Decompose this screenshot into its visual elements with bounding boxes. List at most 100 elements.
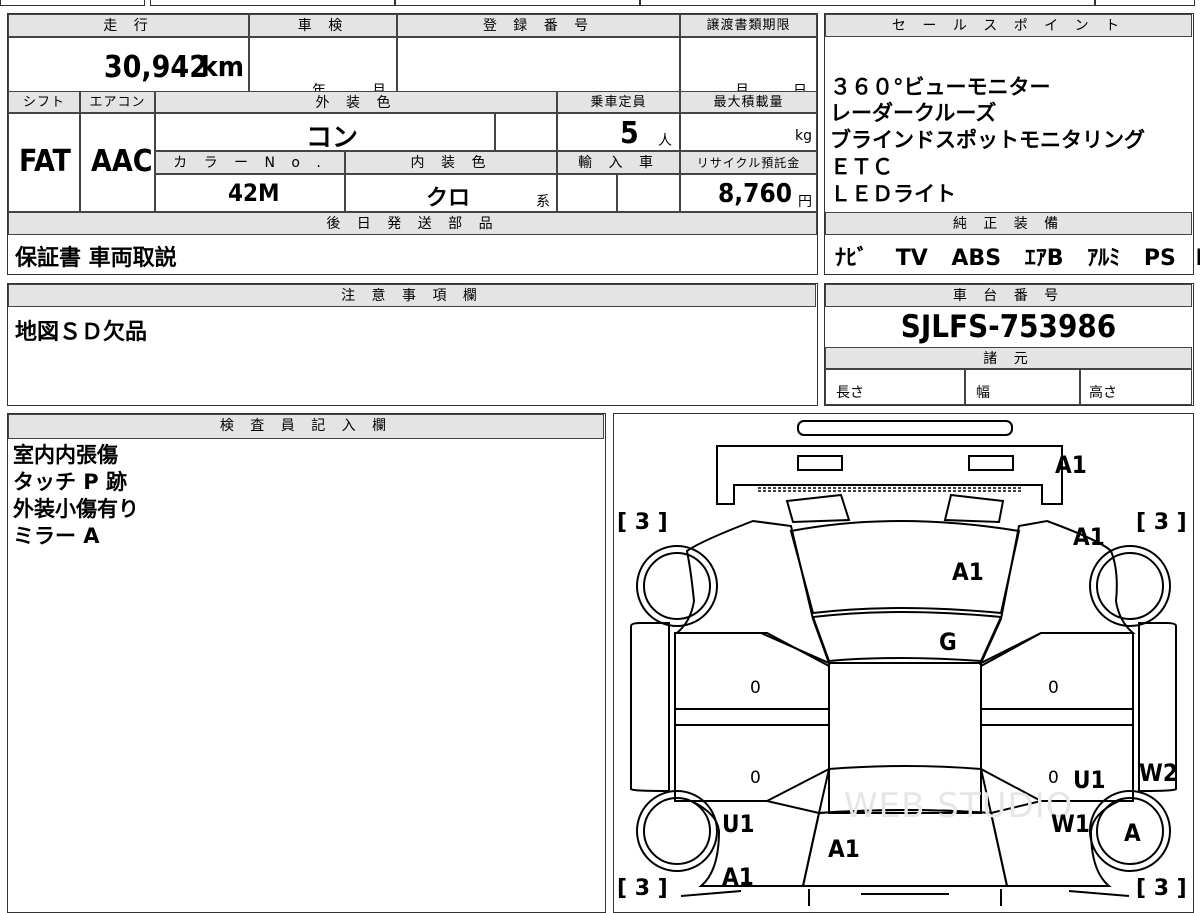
notes-value: 地図ＳＤ欠品	[15, 314, 147, 346]
exterior-color-extra-cell	[495, 113, 557, 151]
front-right-lamp-shape	[945, 495, 1003, 522]
equipment-item: TV	[896, 246, 928, 271]
damage-diagram-panel: WEB STUDIO [ 3 ] [ 3 ] [ 3 ] [ 3 ] A1 A1…	[613, 413, 1194, 913]
top-strip-cell	[395, 0, 640, 6]
watermark: WEB STUDIO	[844, 786, 1073, 826]
rear-left-wheel-shape	[637, 791, 717, 871]
specs-header: 諸 元	[825, 347, 1192, 369]
inspector-header: 検 査 員 記 入 欄	[8, 414, 604, 439]
exterior-color-header: 外 装 色	[155, 91, 557, 113]
recycle-header: リサイクル預託金	[680, 151, 817, 174]
equipment-item: PS	[1144, 246, 1176, 271]
grille-shape	[758, 488, 1023, 491]
hood-shape	[791, 521, 1019, 613]
mark-right-rear-fender: W1	[1051, 810, 1090, 838]
right-front-fender-shape	[981, 521, 1133, 663]
mark-left-rear-fender: U1	[722, 810, 755, 838]
transfer-deadline-header: 譲渡書類期限	[680, 14, 817, 37]
mark-roof: G	[939, 628, 957, 656]
inspection-header: 車 検	[249, 14, 397, 37]
front-left-wheel-shape	[637, 546, 717, 626]
chassis-number: SJLFS-753986	[825, 307, 1192, 347]
top-strip-cell	[0, 0, 145, 6]
max-load-cell: kg	[680, 113, 817, 151]
sales-point-item: ３６０°ビューモニター	[830, 74, 1145, 101]
import-cell-right	[617, 174, 680, 212]
sales-points-header: セ ー ル ス ポ イ ン ト	[825, 14, 1192, 37]
interior-color-suffix: 系	[536, 191, 550, 211]
left-rear-door-shape	[675, 725, 829, 801]
import-cell-left	[557, 174, 617, 212]
width-cell: 幅	[965, 369, 1080, 405]
top-strip-cell	[1095, 0, 1195, 6]
equipment-item: ﾅﾋﾞ	[835, 246, 868, 271]
inspector-notes: 室内内張傷 タッチ P 跡 外装小傷有り ミラー A	[13, 442, 139, 550]
inspector-line: 外装小傷有り	[13, 496, 139, 523]
mark-left-rear-door: 0	[750, 768, 761, 788]
recycle-unit: 円	[798, 191, 812, 211]
mark-left-front-door: 0	[750, 678, 761, 698]
max-load-header: 最大積載量	[680, 91, 817, 113]
interior-color-cell: クロ 系	[345, 174, 557, 212]
later-parts-value: 保証書 車両取説	[15, 240, 177, 272]
capacity-unit: 人	[658, 130, 672, 150]
height-label: 高さ	[1089, 382, 1117, 402]
sales-point-item: ブラインドスポットモニタリング	[830, 127, 1145, 154]
left-headlight-shape	[798, 456, 842, 470]
capacity-cell: 5 人	[557, 113, 680, 151]
genuine-equipment-header: 純 正 装 備	[825, 212, 1192, 235]
color-no-value: 42M	[228, 179, 280, 207]
tread-front-left: [ 3 ]	[617, 510, 668, 535]
mark-right-rear-door: 0	[1048, 768, 1059, 788]
mileage-unit: km	[201, 50, 244, 83]
front-bar-shape	[798, 421, 1012, 435]
mileage-header: 走 行	[8, 14, 249, 37]
mark-hood: A1	[952, 558, 984, 586]
top-strip-cell	[640, 0, 1095, 6]
windshield-shape	[813, 612, 1001, 661]
capacity-value: 5	[620, 116, 639, 151]
sales-point-item: レーダークルーズ	[830, 100, 1145, 127]
import-header: 輸 入 車	[557, 151, 680, 174]
mileage-value: 30,942	[104, 50, 208, 85]
ac-cell: AAC	[80, 113, 155, 212]
chassis-header: 車 台 番 号	[825, 284, 1192, 307]
interior-color-header: 内 装 色	[345, 151, 557, 174]
right-pillar-shape	[981, 709, 1133, 725]
notes-header: 注 意 事 項 欄	[8, 284, 816, 307]
color-no-header: カ ラ ー N o .	[155, 151, 345, 174]
front-left-lamp-shape	[787, 495, 849, 522]
front-right-wheel-shape	[1090, 546, 1170, 626]
chassis-panel: 車 台 番 号 SJLFS-753986 諸 元 長さ 幅 高さ	[824, 283, 1194, 406]
ac-header: エアコン	[80, 91, 155, 113]
front-left-wheel-inner-shape	[644, 553, 710, 619]
sales-point-item: ＥＴＣ	[830, 154, 1145, 181]
notes-panel: 注 意 事 項 欄 地図ＳＤ欠品	[7, 283, 818, 406]
capacity-header: 乗車定員	[557, 91, 680, 113]
tread-rear-right: [ 3 ]	[1136, 876, 1187, 901]
front-right-wheel-inner-shape	[1097, 553, 1163, 619]
height-cell: 高さ	[1080, 369, 1192, 405]
sales-point-item: ＬＥＤライト	[830, 181, 1145, 208]
top-strip-cell	[150, 0, 395, 6]
ac-value: AAC	[91, 144, 153, 179]
inspector-line: タッチ P 跡	[13, 469, 139, 496]
rear-left-wheel-inner-shape	[644, 798, 710, 864]
rear-bumper-shape	[681, 889, 1129, 906]
shift-header: シフト	[8, 91, 80, 113]
tread-rear-left: [ 3 ]	[617, 876, 668, 901]
exterior-color-value: コン	[306, 117, 358, 154]
inspector-panel: 検 査 員 記 入 欄 室内内張傷 タッチ P 跡 外装小傷有り ミラー A	[7, 413, 606, 913]
right-headlight-shape	[969, 456, 1013, 470]
mark-front-right-fender: A1	[1073, 523, 1105, 551]
length-cell: 長さ	[825, 369, 965, 405]
recycle-cell: 8,760 円	[680, 174, 817, 212]
equipment-item: ｱﾙﾐ	[1087, 246, 1120, 271]
interior-color-value: クロ	[426, 180, 470, 212]
mark-front-bumper: A1	[1055, 451, 1087, 479]
inspector-line: 室内内張傷	[13, 442, 139, 469]
max-load-unit: kg	[795, 128, 812, 144]
genuine-equipment-list: ﾅﾋﾞ TV ABS ｴｱB ｱﾙﾐ PS PW	[835, 240, 1200, 272]
left-mirror-shape	[631, 623, 669, 791]
length-label: 長さ	[836, 382, 864, 402]
